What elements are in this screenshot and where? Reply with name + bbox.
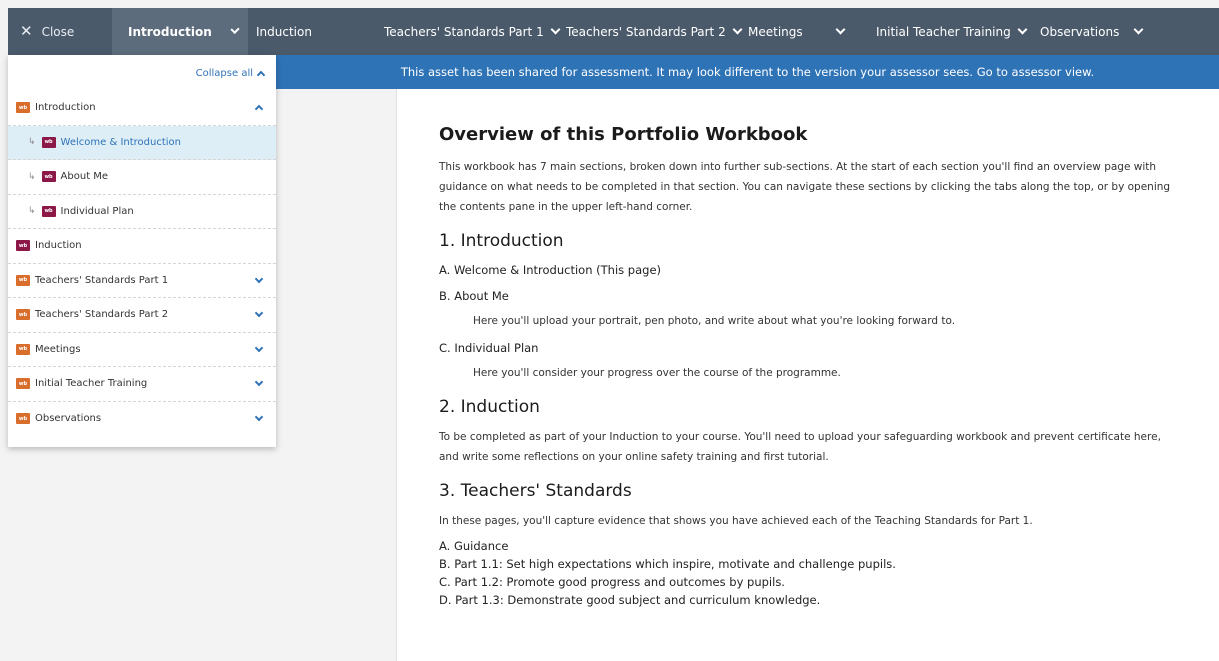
list-item: C. Part 1.2: Promote good progress and o…: [439, 575, 785, 589]
list-item: D. Part 1.3: Demonstrate good subject an…: [439, 593, 821, 607]
sidebar-item-observations[interactable]: wb Observations: [8, 402, 276, 437]
collapse-all-label: Collapse all: [195, 67, 253, 79]
close-icon: ✕: [20, 22, 33, 40]
tab-teachers-standards-part-1[interactable]: Teachers' Standards Part 1: [374, 8, 569, 55]
tab-observations[interactable]: Observations: [1030, 8, 1152, 55]
sidebar-item-label: Teachers' Standards Part 1: [35, 274, 169, 286]
teachers-standards-paragraph: In these pages, you'll capture evidence …: [439, 515, 1033, 527]
sub-item-arrow-icon: ↳: [28, 206, 36, 217]
sidebar-item-label: Observations: [35, 413, 102, 425]
chevron-down-icon[interactable]: [254, 343, 264, 352]
subsection-about-me: B. About Me: [439, 289, 509, 303]
chevron-down-icon[interactable]: [254, 412, 264, 421]
tab-initial-teacher-training[interactable]: Initial Teacher Training: [866, 8, 1036, 55]
workbook-icon: wb: [16, 343, 30, 355]
sidebar-item-induction[interactable]: wb Induction: [8, 229, 276, 264]
sidebar-item-teachers-standards-part-1[interactable]: wb Teachers' Standards Part 1: [8, 264, 276, 298]
tab-induction[interactable]: Induction: [248, 8, 322, 55]
chevron-down-icon: [230, 24, 240, 35]
tab-label: Initial Teacher Training: [876, 24, 1011, 39]
sub-item-arrow-icon: ↳: [28, 137, 36, 148]
sidebar-item-initial-teacher-training[interactable]: wb Initial Teacher Training: [8, 367, 276, 402]
list-item: A. Guidance: [439, 539, 509, 553]
main-content: Overview of this Portfolio Workbook This…: [396, 89, 1219, 661]
tab-label: Induction: [256, 24, 312, 39]
sidebar-item-meetings[interactable]: wb Meetings: [8, 333, 276, 367]
chevron-up-icon[interactable]: [254, 104, 264, 114]
chevron-down-icon[interactable]: [254, 308, 264, 318]
collapse-all-button[interactable]: Collapse all: [8, 55, 276, 91]
workbook-page-icon: wb: [41, 136, 56, 148]
subsection-individual-plan: C. Individual Plan: [439, 341, 539, 355]
workbook-page-icon: wb: [41, 205, 56, 217]
workbook-page-icon: wb: [41, 171, 56, 183]
chevron-up-icon: [256, 70, 266, 79]
sidebar-item-label: About Me: [60, 171, 109, 183]
sidebar-item-label: Welcome & Introduction: [60, 136, 182, 148]
sidebar-item-about-me[interactable]: ↳ wb About Me: [8, 160, 276, 195]
workbook-icon: wb: [16, 102, 30, 114]
tab-teachers-standards-part-2[interactable]: Teachers' Standards Part 2: [556, 8, 751, 55]
tab-label: Teachers' Standards Part 2: [566, 24, 726, 39]
sidebar-item-individual-plan[interactable]: ↳ wb Individual Plan: [8, 195, 276, 229]
sidebar-item-teachers-standards-part-2[interactable]: wb Teachers' Standards Part 2: [8, 298, 276, 333]
sidebar-item-label: Initial Teacher Training: [35, 378, 148, 390]
page-title: Overview of this Portfolio Workbook: [439, 124, 808, 145]
tab-label: Teachers' Standards Part 1: [384, 24, 544, 39]
chevron-down-icon: [1017, 24, 1028, 35]
about-me-description: Here you'll upload your portrait, pen ph…: [473, 315, 956, 327]
close-button[interactable]: ✕ Close: [8, 8, 112, 55]
individual-plan-description: Here you'll consider your progress over …: [473, 367, 841, 379]
sidebar-item-label: Individual Plan: [60, 205, 134, 217]
workbook-icon: wb: [16, 413, 30, 425]
tab-label: Introduction: [128, 24, 212, 39]
banner-text[interactable]: This asset has been shared for assessmen…: [401, 65, 1094, 79]
induction-paragraph: To be completed as part of your Inductio…: [439, 431, 1161, 463]
chevron-down-icon[interactable]: [254, 274, 264, 283]
sidebar-item-welcome-introduction[interactable]: ↳ wb Welcome & Introduction: [8, 125, 276, 160]
sub-item-arrow-icon: ↳: [28, 171, 36, 182]
sidebar-item-label: Introduction: [35, 102, 96, 114]
workbook-icon: wb: [16, 378, 30, 390]
chevron-down-icon[interactable]: [254, 377, 264, 387]
sidebar-item-label: Teachers' Standards Part 2: [35, 309, 169, 321]
sidebar-item-introduction[interactable]: wb Introduction: [8, 91, 276, 126]
workbook-icon: wb: [16, 309, 30, 321]
tab-introduction[interactable]: Introduction: [112, 8, 248, 55]
workbook-page-icon: wb: [16, 240, 30, 252]
subsection-welcome: A. Welcome & Introduction (This page): [439, 263, 662, 277]
top-navigation: ✕ Close Introduction Induction Teachers'…: [8, 8, 1219, 55]
tab-label: Meetings: [748, 24, 803, 39]
chevron-down-icon: [1133, 24, 1144, 35]
assessment-banner: This asset has been shared for assessmen…: [276, 55, 1219, 89]
section-heading-introduction: 1. Introduction: [439, 231, 564, 251]
workbook-icon: wb: [16, 274, 30, 286]
section-heading-induction: 2. Induction: [439, 397, 540, 417]
sidebar-item-label: Meetings: [35, 343, 81, 355]
close-label: Close: [41, 24, 75, 39]
section-heading-teachers-standards: 3. Teachers' Standards: [439, 481, 632, 501]
contents-panel: Collapse all wb Introduction ↳ wb Welcom…: [8, 55, 276, 447]
tab-label: Observations: [1040, 24, 1120, 39]
chevron-down-icon: [835, 24, 846, 35]
intro-paragraph: This workbook has 7 main sections, broke…: [439, 161, 1171, 213]
list-item: B. Part 1.1: Set high expectations which…: [439, 557, 896, 571]
sidebar-item-label: Induction: [35, 240, 82, 252]
tab-meetings[interactable]: Meetings: [738, 8, 866, 55]
